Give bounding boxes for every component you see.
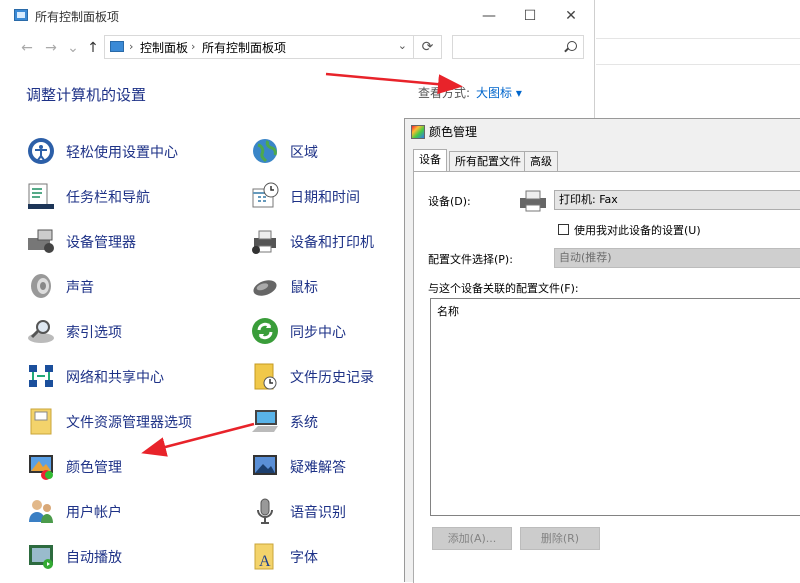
breadcrumb-chevron-icon[interactable]: › — [129, 40, 133, 53]
item-user-accounts[interactable]: 用户帐户 — [26, 494, 266, 530]
breadcrumb-item-all-items[interactable]: 所有控制面板项 — [202, 39, 286, 56]
item-label: 鼠标 — [290, 280, 318, 296]
profile-selection-dropdown[interactable]: 自动(推荐) — [554, 248, 800, 268]
computer-icon — [252, 410, 278, 432]
column-header-name[interactable]: 名称 — [437, 303, 459, 319]
forward-arrow-icon[interactable]: → — [42, 38, 60, 58]
item-label: 语音识别 — [290, 505, 346, 521]
microphone-icon — [257, 498, 273, 524]
item-color-management[interactable]: 颜色管理 — [26, 449, 266, 485]
item-label: 设备管理器 — [66, 235, 136, 251]
device-label: 设备(D): — [428, 195, 471, 208]
calendar-clock-icon — [252, 182, 279, 208]
sync-icon — [252, 318, 278, 344]
device-select[interactable]: 打印机: Fax — [554, 190, 800, 210]
add-button[interactable]: 添加(A)... — [432, 527, 512, 550]
ease-of-access-icon — [28, 138, 54, 164]
item-label: 文件资源管理器选项 — [66, 415, 192, 431]
breadcrumb-chevron-icon[interactable]: › — [191, 40, 195, 53]
address-bar[interactable]: › 控制面板 › 所有控制面板项 ⌄ — [104, 35, 414, 59]
item-label: 颜色管理 — [66, 460, 122, 476]
up-arrow-icon[interactable]: ↑ — [84, 38, 102, 58]
device-manager-icon — [28, 229, 54, 253]
users-icon — [29, 500, 53, 523]
item-label: 同步中心 — [290, 325, 346, 341]
item-label: 任务栏和导航 — [66, 190, 150, 206]
item-label: 设备和打印机 — [290, 235, 374, 251]
autoplay-icon — [29, 545, 53, 569]
network-icon — [29, 365, 53, 387]
item-label: 区域 — [290, 145, 318, 161]
item-indexing[interactable]: 索引选项 — [26, 314, 266, 350]
close-button[interactable]: ✕ — [556, 4, 586, 28]
refresh-button[interactable]: ⟳ — [414, 35, 442, 59]
item-label: 字体 — [290, 550, 318, 566]
item-label: 轻松使用设置中心 — [66, 145, 178, 161]
history-chevron-icon[interactable]: ⌄ — [64, 38, 82, 58]
item-label: 声音 — [66, 280, 94, 296]
tab-all-profiles[interactable]: 所有配置文件 — [449, 151, 527, 171]
maximize-button[interactable]: ☐ — [515, 4, 545, 28]
item-label: 索引选项 — [66, 325, 122, 341]
item-label: 日期和时间 — [290, 190, 360, 206]
color-management-icon — [411, 125, 425, 139]
color-management-dialog: 颜色管理 设备 所有配置文件 高级 设备(D): 打印机: Fax 使用我对此设… — [404, 118, 800, 583]
background-divider — [596, 38, 800, 39]
page-title: 调整计算机的设置 — [26, 86, 147, 104]
view-by-dropdown[interactable]: 大图标 ▾ — [476, 84, 522, 101]
item-label: 用户帐户 — [66, 505, 122, 521]
tab-advanced[interactable]: 高级 — [524, 151, 558, 171]
tab-devices[interactable]: 设备 — [413, 149, 447, 171]
profile-selection-label: 配置文件选择(P): — [428, 253, 513, 266]
dialog-title: 颜色管理 — [429, 125, 478, 139]
item-taskbar[interactable]: 任务栏和导航 — [26, 179, 266, 215]
taskbar-icon — [28, 183, 54, 209]
search-input[interactable] — [452, 35, 584, 59]
item-sound[interactable]: 声音 — [26, 269, 266, 305]
item-network[interactable]: 网络和共享中心 — [26, 359, 266, 395]
file-history-icon — [254, 363, 277, 390]
remove-button[interactable]: 删除(R) — [520, 527, 600, 550]
item-device-manager[interactable]: 设备管理器 — [26, 224, 266, 260]
tab-panel: 设备(D): 打印机: Fax 使用我对此设备的设置(U) 配置文件选择(P):… — [413, 171, 800, 583]
breadcrumb-item-control-panel[interactable]: 控制面板 — [140, 39, 188, 56]
font-icon: A — [254, 543, 274, 570]
address-dropdown-icon[interactable]: ⌄ — [398, 39, 407, 52]
item-folder-options[interactable]: 文件资源管理器选项 — [26, 404, 266, 440]
item-autoplay[interactable]: 自动播放 — [26, 539, 266, 575]
control-panel-icon — [14, 9, 28, 21]
background-divider — [596, 64, 800, 65]
globe-icon — [253, 139, 277, 163]
troubleshoot-icon — [253, 455, 277, 475]
view-by-value: 大图标 — [476, 86, 513, 100]
item-ease-of-access[interactable]: 轻松使用设置中心 — [26, 134, 266, 170]
window-title: 所有控制面板项 — [35, 10, 120, 24]
use-my-settings-label[interactable]: 使用我对此设备的设置(U) — [574, 222, 701, 238]
control-panel-icon — [110, 41, 124, 52]
folder-options-icon — [30, 408, 52, 435]
view-by-label: 查看方式: — [418, 86, 471, 100]
item-label: 网络和共享中心 — [66, 370, 164, 386]
svg-text:A: A — [259, 553, 271, 570]
minimize-button[interactable]: — — [474, 4, 504, 28]
color-management-icon — [29, 455, 53, 480]
title-bar: 所有控制面板项 — ☐ ✕ — [0, 0, 595, 32]
printer-icon — [252, 230, 276, 254]
printer-icon — [520, 190, 546, 212]
item-label: 系统 — [290, 415, 318, 431]
use-my-settings-checkbox[interactable] — [558, 224, 569, 235]
search-icon[interactable] — [567, 41, 577, 51]
back-arrow-icon[interactable]: ← — [18, 38, 36, 58]
item-label: 自动播放 — [66, 550, 122, 566]
profile-list[interactable]: 名称 — [430, 298, 800, 516]
mouse-icon — [253, 280, 277, 296]
indexing-icon — [28, 320, 54, 343]
speaker-icon — [31, 274, 51, 298]
associated-profiles-label: 与这个设备关联的配置文件(F): — [428, 282, 579, 295]
item-label: 文件历史记录 — [290, 370, 374, 386]
item-label: 疑难解答 — [290, 460, 346, 476]
